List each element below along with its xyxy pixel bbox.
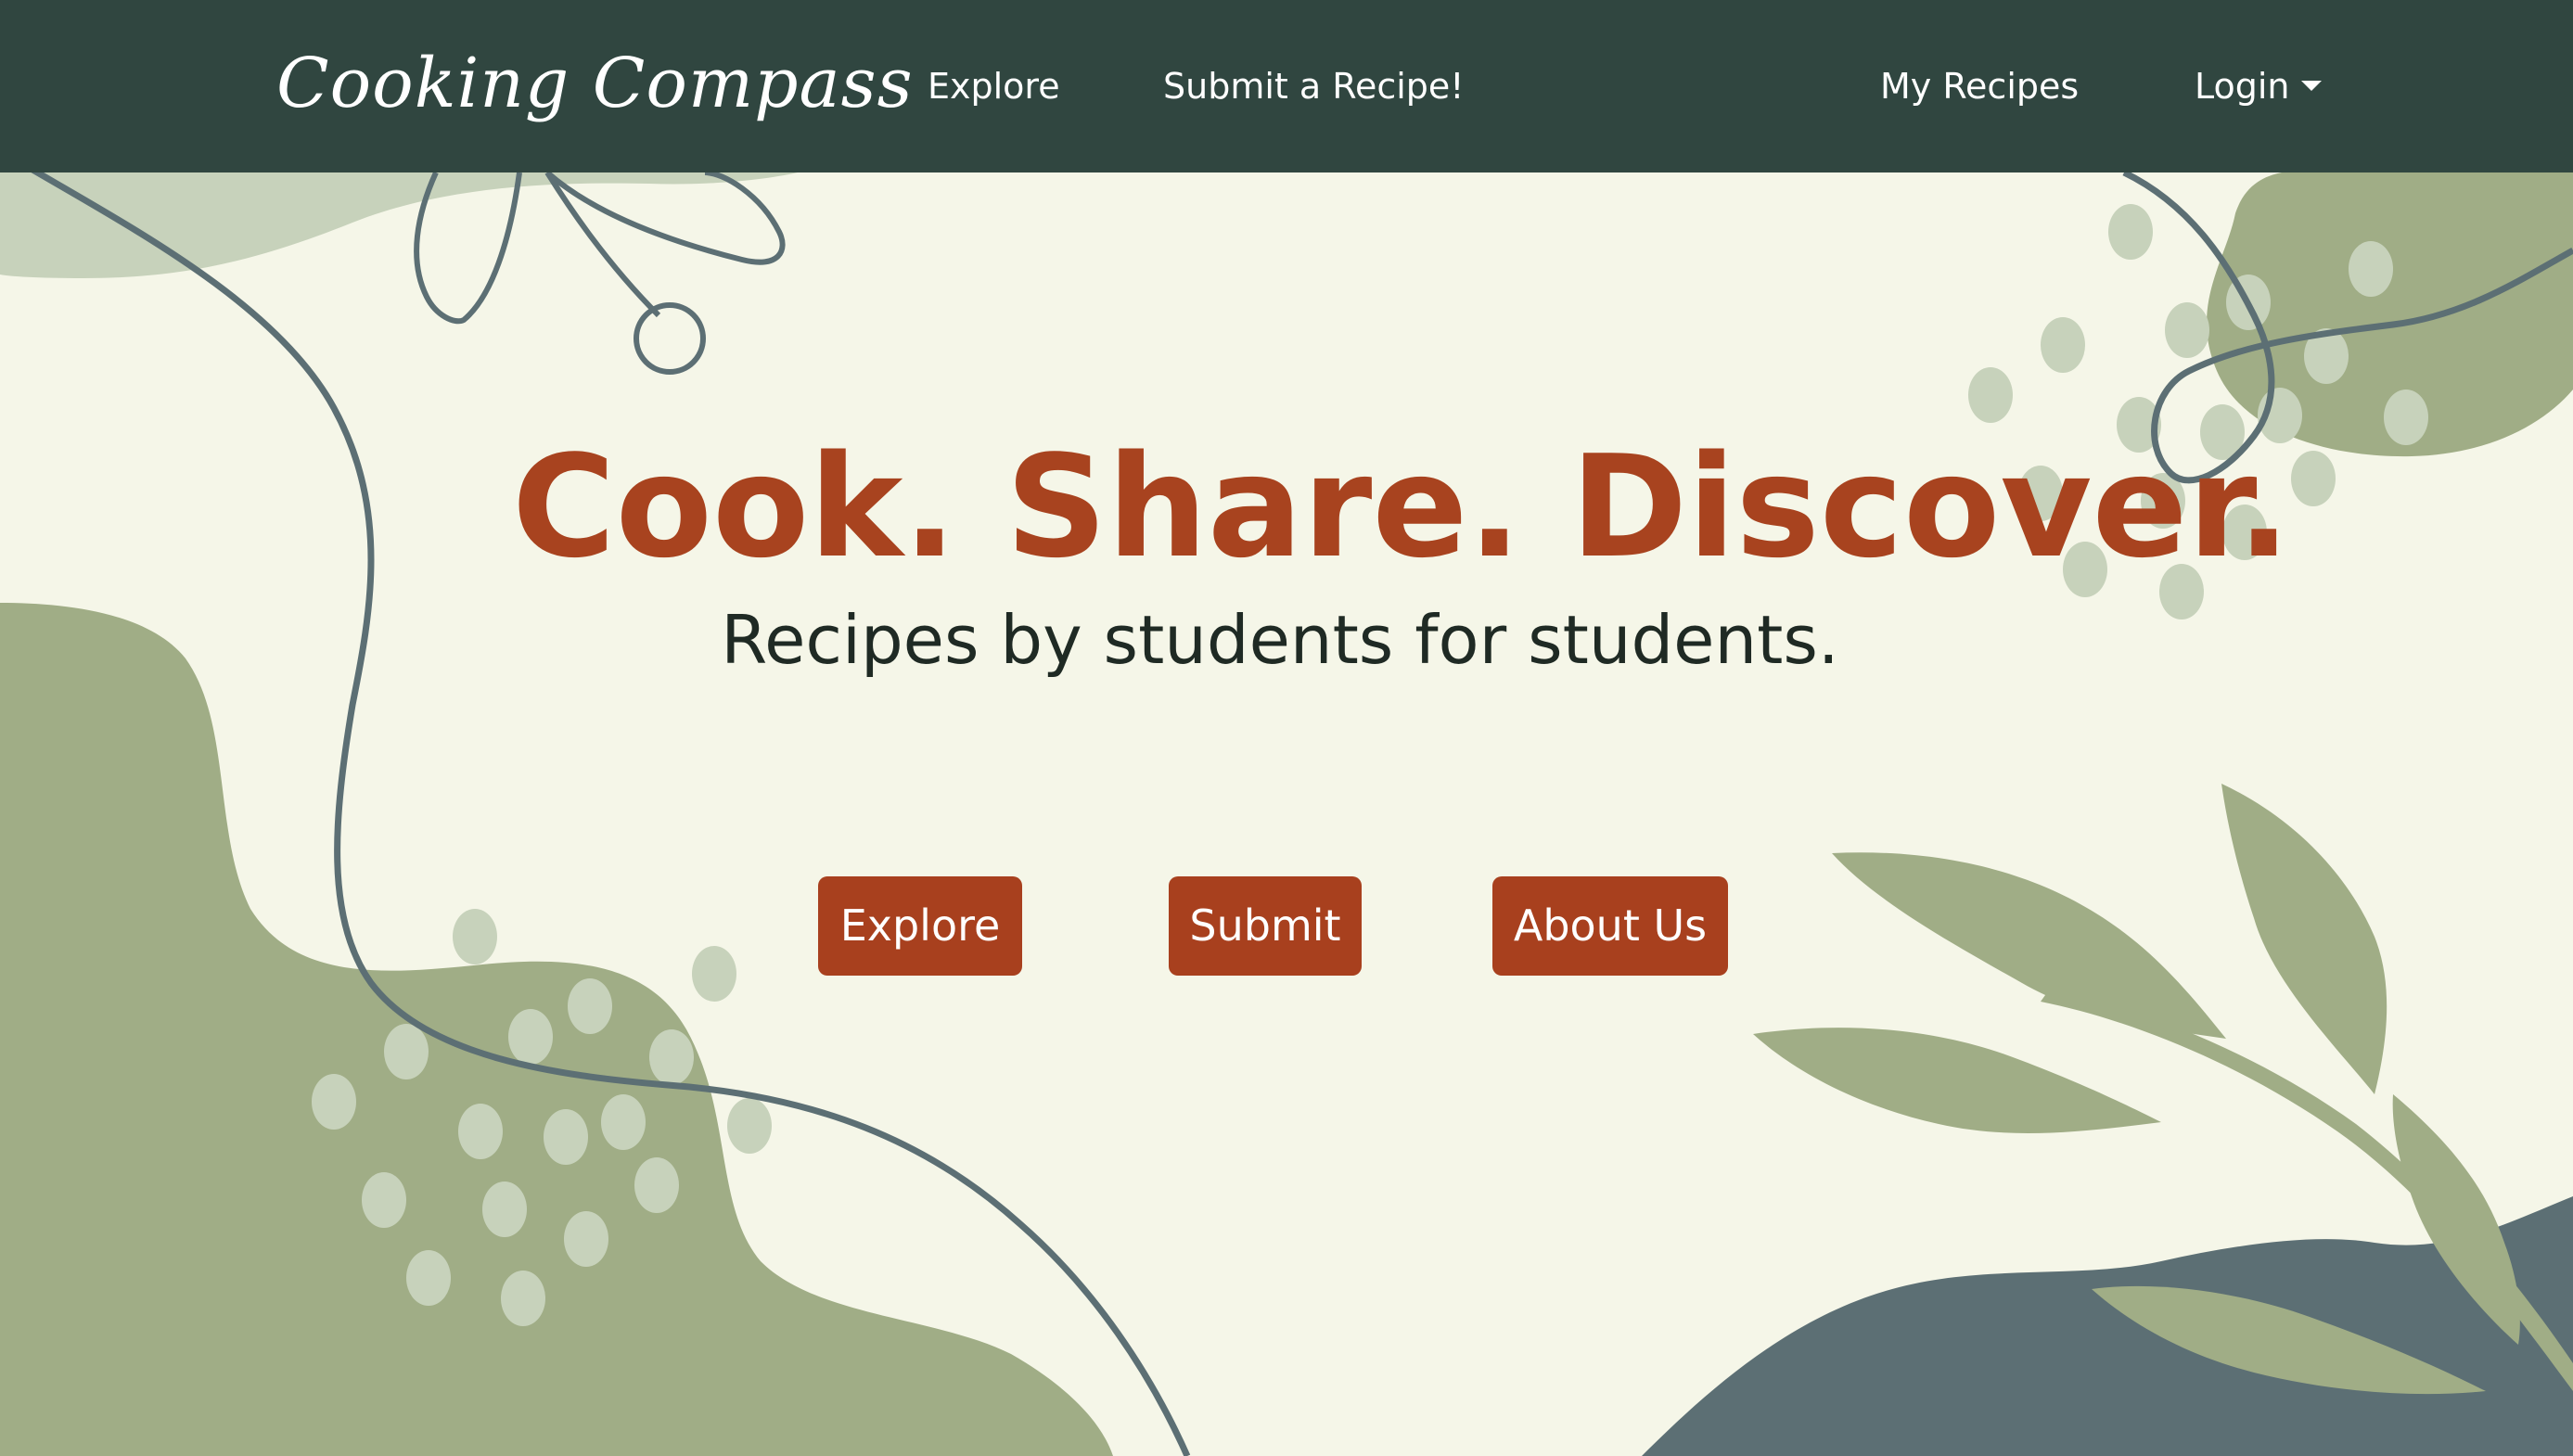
hero-subtitle: Recipes by students for students.: [721, 601, 1839, 679]
submit-button[interactable]: Submit: [1169, 876, 1362, 976]
login-label: Login: [2195, 66, 2290, 107]
explore-button[interactable]: Explore: [818, 876, 1022, 976]
about-us-button[interactable]: About Us: [1492, 876, 1728, 976]
background-illustration: [0, 163, 2573, 1456]
nav-login-dropdown[interactable]: Login: [2195, 52, 2322, 121]
flower-outline: [414, 170, 786, 375]
bottom-left-sage-blob: [0, 603, 1113, 1456]
nav-link-explore[interactable]: Explore: [928, 52, 1060, 121]
brand-logo-link[interactable]: Cooking Compass: [276, 28, 914, 139]
leaf-top-large: [2221, 784, 2387, 1094]
caret-down-icon: [2300, 81, 2322, 91]
top-left-pale-blob: [0, 172, 798, 278]
landing-page: Cooking Compass Explore Submit a Recipe!…: [0, 0, 2573, 1456]
leaf-left-lower: [1753, 1028, 2161, 1133]
nav-link-submit-recipe[interactable]: Submit a Recipe!: [1163, 52, 1465, 121]
hero-title: Cook. Share. Discover.: [512, 425, 2291, 589]
leaf-left-large: [1832, 852, 2226, 1039]
top-navbar: Cooking Compass Explore Submit a Recipe!…: [0, 0, 2573, 172]
nav-link-my-recipes[interactable]: My Recipes: [1880, 52, 2079, 121]
